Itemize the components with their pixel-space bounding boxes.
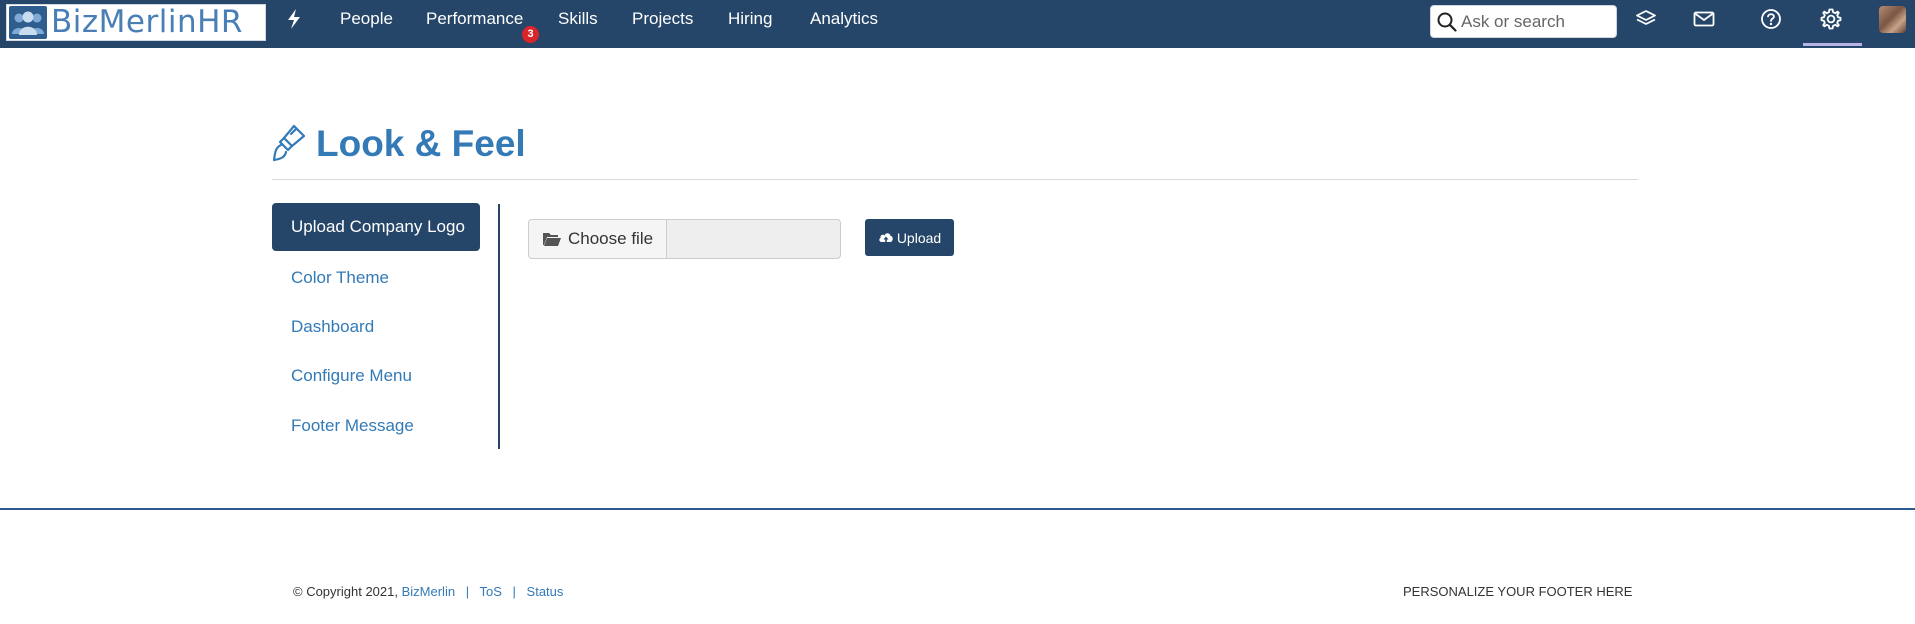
mail-icon[interactable] [1692, 7, 1716, 31]
sidebar-item-configure-menu[interactable]: Configure Menu [291, 366, 412, 386]
sidebar-divider [498, 204, 500, 449]
folder-open-icon [543, 233, 561, 246]
file-name-field[interactable] [666, 219, 841, 259]
footer-divider [0, 508, 1915, 510]
page-header: Look & Feel [272, 118, 526, 168]
active-settings-indicator [1803, 43, 1862, 46]
nav-performance[interactable]: Performance [426, 9, 523, 29]
search-box[interactable] [1430, 5, 1617, 38]
sidebar-item-color-theme[interactable]: Color Theme [291, 268, 389, 288]
gear-icon[interactable] [1819, 7, 1843, 31]
choose-file-label: Choose file [568, 229, 654, 248]
nav-people[interactable]: People [340, 9, 393, 29]
nav-skills[interactable]: Skills [558, 9, 598, 29]
tos-link[interactable]: ToS [479, 584, 501, 599]
choose-file-button[interactable]: Choose file [528, 219, 667, 259]
team-logo-icon [9, 6, 47, 39]
copyright-text: © Copyright 2021, [293, 584, 398, 599]
nav-projects[interactable]: Projects [632, 9, 693, 29]
footer-separator: | [465, 584, 470, 599]
notification-badge: 3 [522, 26, 539, 43]
help-icon[interactable] [1759, 7, 1783, 31]
sidebar-item-footer-message[interactable]: Footer Message [291, 416, 414, 436]
search-icon [1437, 12, 1457, 32]
footer-separator: | [512, 584, 516, 599]
avatar[interactable] [1879, 6, 1906, 33]
status-link[interactable]: Status [527, 584, 564, 599]
bizmerlin-link[interactable]: BizMerlin [402, 584, 455, 599]
footer-message: PERSONALIZE YOUR FOOTER HERE [1403, 584, 1633, 599]
paintbrush-icon [272, 124, 306, 162]
title-divider [272, 179, 1638, 180]
brand-name: BizMerlinHR [51, 4, 243, 40]
bolt-icon[interactable] [285, 8, 303, 30]
page-title: Look & Feel [316, 122, 526, 164]
nav-hiring[interactable]: Hiring [728, 9, 772, 29]
upload-label: Upload [896, 229, 942, 246]
sidebar-item-dashboard[interactable]: Dashboard [291, 317, 374, 337]
nav-analytics[interactable]: Analytics [810, 9, 878, 29]
top-navbar: BizMerlinHR People Performance 3 Skills … [0, 0, 1915, 48]
footer-links: © Copyright 2021, BizMerlin | ToS | Stat… [293, 584, 563, 599]
cloud-upload-icon [879, 233, 893, 243]
upload-button[interactable]: Upload [865, 219, 954, 256]
brand-logo[interactable]: BizMerlinHR [6, 4, 266, 41]
layers-icon[interactable] [1634, 7, 1658, 31]
search-input[interactable] [1461, 11, 1611, 32]
sidebar-item-upload-logo[interactable]: Upload Company Logo [272, 203, 480, 251]
